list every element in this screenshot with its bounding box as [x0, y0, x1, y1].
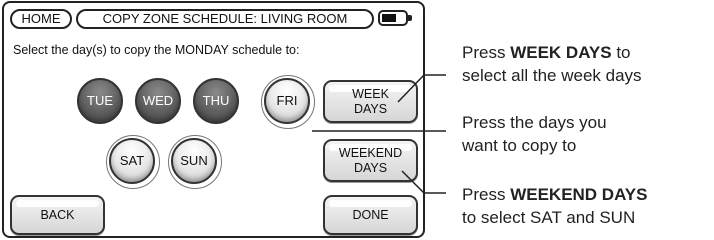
callout-week-days: Press WEEK DAYS to select all the week d…: [462, 41, 642, 87]
callout-days-line2: want to copy to: [462, 136, 577, 155]
callout-days: Press the days you want to copy to: [462, 111, 607, 157]
callout-weekend-days-prefix: Press: [462, 185, 511, 204]
callout-week-days-line2: select all the week days: [462, 66, 642, 85]
callout-week-days-suffix: to: [611, 43, 631, 62]
callout-line-weekend-days: [401, 170, 446, 194]
callout-week-days-prefix: Press: [462, 43, 511, 62]
callout-weekend-days-bold: WEEKEND DAYS: [510, 185, 648, 204]
callout-line-week-days: [397, 74, 446, 103]
callout-days-line1: Press the days you: [462, 113, 607, 132]
callout-weekend-days-line2: to select SAT and SUN: [462, 208, 636, 227]
callout-week-days-bold: WEEK DAYS: [510, 43, 612, 62]
callout-weekend-days: Press WEEKEND DAYS to select SAT and SUN: [462, 183, 647, 229]
